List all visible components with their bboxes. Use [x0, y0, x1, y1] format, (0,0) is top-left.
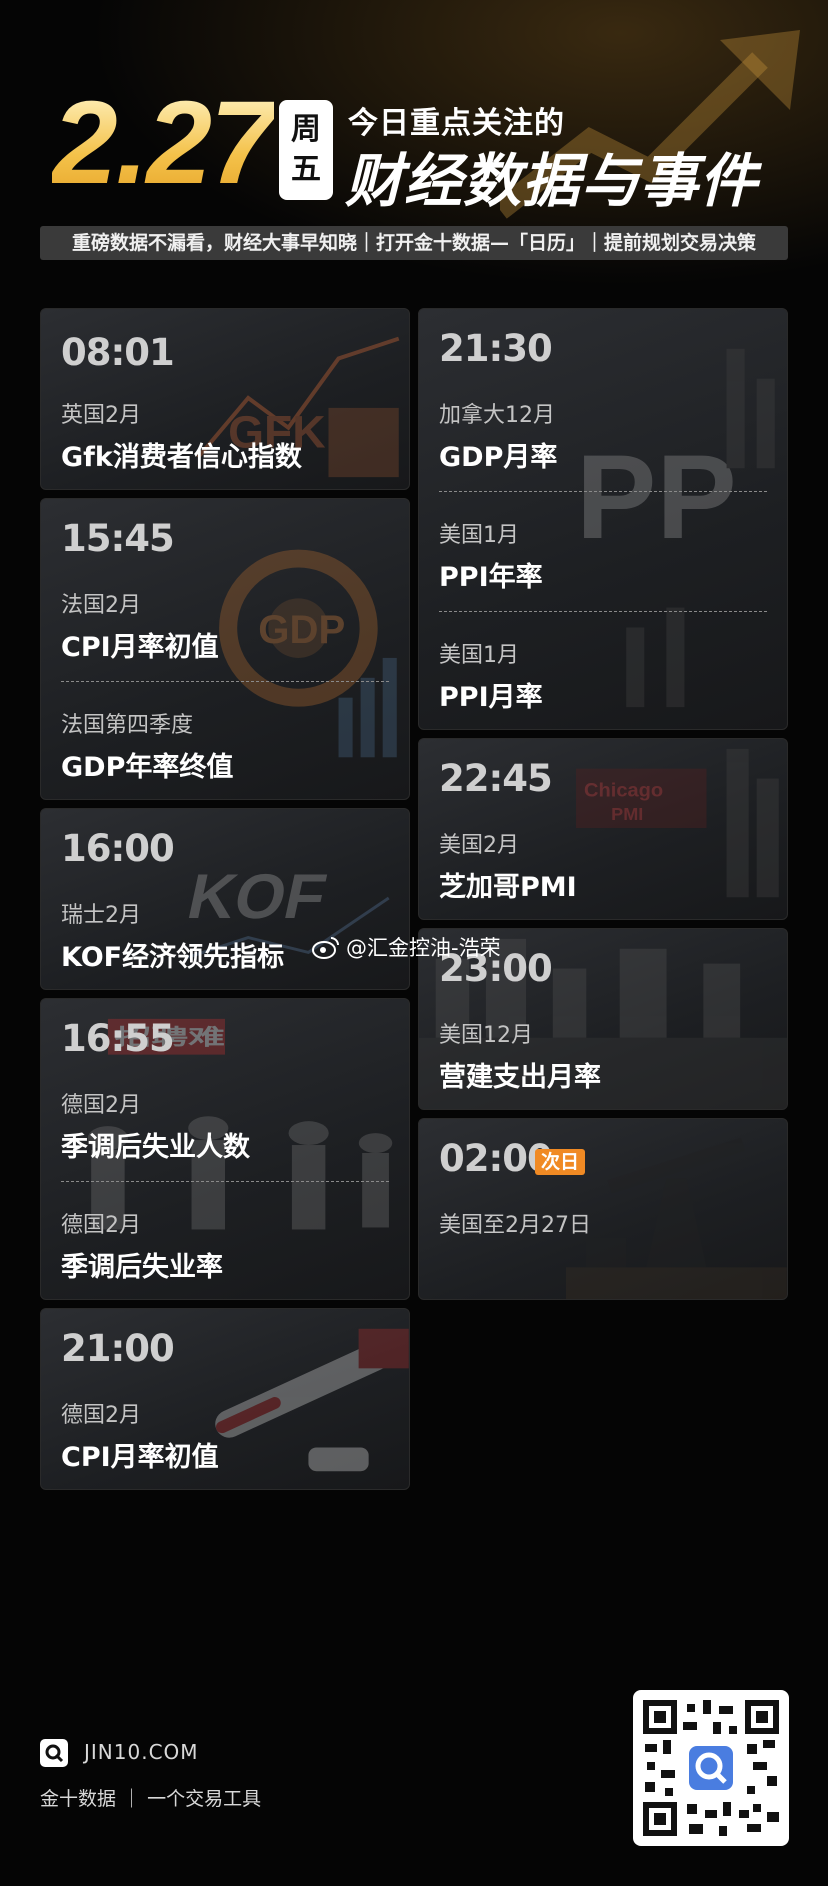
qr-code-icon: [643, 1700, 779, 1836]
page-title: 财经数据与事件: [345, 147, 759, 215]
gdp-image-text: GDP: [258, 608, 345, 652]
event-time: 16:55: [61, 1017, 175, 1060]
event-name: Gfk消费者信心指数: [61, 442, 302, 473]
date-label: 2.27: [52, 77, 276, 209]
event-country: 德国2月: [61, 1093, 141, 1118]
weibo-handle: @汇金控油-浩荣: [346, 936, 501, 960]
pmi-sign-text: PMI: [611, 804, 643, 824]
event-name: KOF经济领先指标: [61, 942, 285, 973]
event-card-0200[interactable]: 02:00 美国至2月27日: [418, 1118, 788, 1300]
event-time: 08:01: [61, 331, 175, 374]
event-name: PPI月率: [439, 682, 543, 713]
event-divider: [439, 491, 767, 492]
next-day-badge: 次日: [535, 1149, 585, 1175]
event-time: 16:00: [61, 827, 175, 870]
event-name: CPI月率初值: [61, 632, 219, 663]
event-country: 法国第四季度: [61, 713, 194, 738]
event-country: 瑞士2月: [61, 903, 141, 928]
event-country: 德国2月: [61, 1403, 141, 1428]
site-url[interactable]: JIN10.COM: [84, 1740, 199, 1764]
event-time: 21:00: [61, 1327, 175, 1370]
event-country: 法国2月: [61, 593, 141, 618]
event-card-1655[interactable]: 招聘难 16:55 德国2月 季调后失业人数 德国2月 季调后失业率: [40, 998, 410, 1300]
thermometer-illustration: [215, 1328, 409, 1472]
event-country: 德国2月: [61, 1213, 141, 1238]
event-card-2100[interactable]: 21:00 德国2月 CPI月率初值: [40, 1308, 410, 1490]
event-time: 22:45: [439, 757, 553, 800]
event-name: 芝加哥PMI: [439, 872, 577, 903]
event-country: 美国1月: [439, 643, 519, 668]
jin10-logo-icon: [40, 1739, 68, 1767]
tagline-banner: 重磅数据不漏看，财经大事早知晓｜打开金十数据—「日历」｜提前规划交易决策: [40, 226, 788, 260]
event-country: 英国2月: [61, 403, 141, 428]
event-card-1600[interactable]: KOF 16:00 瑞士2月 KOF经济领先指标: [40, 808, 410, 990]
event-divider: [439, 611, 767, 612]
weibo-icon: [312, 937, 339, 959]
event-country: 美国至2月27日: [439, 1213, 591, 1238]
event-name: GDP年率终值: [61, 752, 234, 783]
weekday-badge: 周 五: [279, 100, 333, 200]
event-card-0801[interactable]: GFK 08:01 英国2月 Gfk消费者信心指数: [40, 308, 410, 490]
ppi-illustration: PP: [576, 348, 775, 708]
chicago-pmi-illustration: Chicago PMI: [576, 748, 779, 898]
event-name: CPI月率初值: [61, 1442, 219, 1473]
event-country: 加拿大12月: [439, 403, 555, 428]
event-divider: [61, 1181, 389, 1182]
event-country: 美国12月: [439, 1023, 533, 1048]
weekday-bottom: 五: [291, 152, 321, 187]
event-country: 美国1月: [439, 523, 519, 548]
event-name: 营建支出月率: [439, 1062, 601, 1093]
kof-image-text: KOF: [188, 861, 332, 932]
footer-brand: 金十数据 ｜ 一个交易工具: [40, 1788, 262, 1810]
event-name: 季调后失业人数: [61, 1132, 250, 1163]
event-card-2245[interactable]: Chicago PMI 22:45 美国2月 芝加哥PMI: [418, 738, 788, 920]
event-time: 21:30: [439, 327, 553, 370]
weekday-top: 周: [291, 112, 321, 147]
oil-pump-illustration: [566, 1137, 787, 1299]
event-name: 季调后失业率: [61, 1252, 223, 1283]
event-country: 美国2月: [439, 833, 519, 858]
event-card-1545[interactable]: GDP 15:45 法国2月 CPI月率初值 法国第四季度 GDP年率终值: [40, 498, 410, 800]
qr-code[interactable]: [633, 1690, 789, 1846]
weibo-watermark: @汇金控油-浩荣: [312, 932, 501, 962]
event-card-2130[interactable]: PP 21:30 加拿大12月 GDP月率 美国1月 PPI年率 美国1月 PP…: [418, 308, 788, 730]
event-name: GDP月率: [439, 442, 558, 473]
ppi-image-text: PP: [576, 430, 737, 563]
event-time: 15:45: [61, 517, 175, 560]
event-divider: [61, 681, 389, 682]
chicago-sign-text: Chicago: [584, 779, 663, 801]
event-name: PPI年率: [439, 562, 543, 593]
